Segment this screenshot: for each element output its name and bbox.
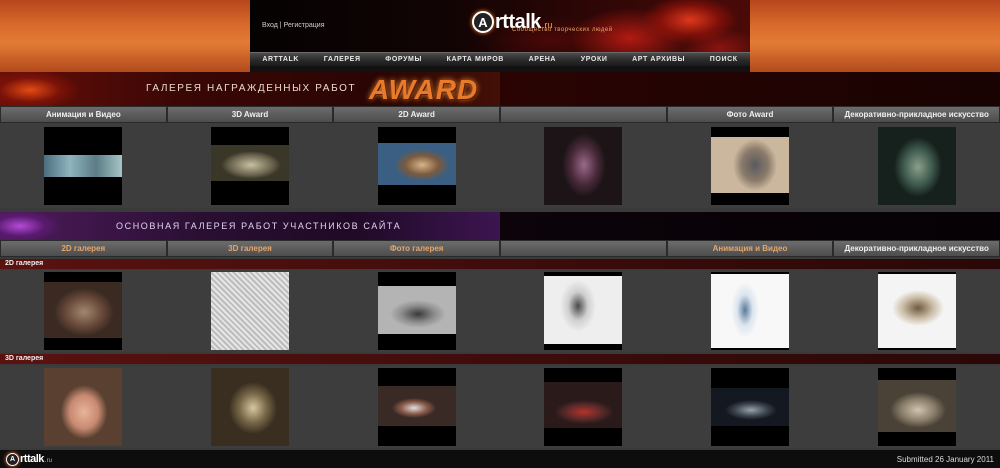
award-banner-title: Галерея награжденных работ bbox=[146, 83, 357, 94]
main-tab-empty bbox=[500, 240, 667, 257]
footer-logo-tld: .ru bbox=[44, 457, 52, 464]
award-tab-2d[interactable]: 2D Award bbox=[333, 106, 500, 123]
award-tab-empty bbox=[500, 106, 667, 123]
auth-links: Вход | Регистрация bbox=[262, 22, 325, 29]
section-2d-gallery: 2D галерея bbox=[0, 259, 1000, 269]
thumbnail[interactable] bbox=[210, 368, 289, 446]
nav-item-arena[interactable]: АРЕНА bbox=[529, 56, 557, 63]
site-header: Вход | Регистрация A rttalk .ru Сообщест… bbox=[250, 0, 750, 72]
award-tab-animation[interactable]: Анимация и Видео bbox=[0, 106, 167, 123]
main-tab-animation[interactable]: Анимация и Видео bbox=[666, 240, 834, 257]
award-tab-decorative[interactable]: Декоративно-прикладное искусство bbox=[833, 106, 1000, 123]
footer: A rttalk .ru Submitted 26 January 2011 bbox=[0, 450, 1000, 468]
award-word: AWARD bbox=[369, 74, 479, 105]
gallery-2d-thumbnails bbox=[0, 270, 1000, 352]
register-link[interactable]: Регистрация bbox=[284, 22, 325, 29]
nav-item-world-map[interactable]: КАРТА МИРОВ bbox=[447, 56, 504, 63]
thumbnail[interactable] bbox=[710, 272, 789, 350]
main-nav: ARTTALK ГАЛЕРЕЯ ФОРУМЫ КАРТА МИРОВ АРЕНА… bbox=[250, 52, 750, 66]
footer-logo[interactable]: A rttalk .ru bbox=[6, 452, 52, 466]
logo-letter: A bbox=[472, 11, 494, 33]
thumbnail[interactable] bbox=[44, 126, 123, 205]
nav-item-arttalk[interactable]: ARTTALK bbox=[262, 56, 299, 63]
thumbnail[interactable] bbox=[544, 126, 623, 205]
thumbnail[interactable] bbox=[877, 126, 956, 205]
award-category-row: Анимация и Видео 3D Award 2D Award Фото … bbox=[0, 106, 1000, 123]
nav-item-lessons[interactable]: УРОКИ bbox=[581, 56, 608, 63]
footer-logo-text: rttalk bbox=[20, 453, 44, 465]
thumbnail[interactable] bbox=[377, 368, 456, 446]
thumbnail[interactable] bbox=[210, 126, 289, 205]
thumbnail[interactable] bbox=[877, 368, 956, 446]
main-category-row: 2D галерея 3D галерея Фото галерея Анима… bbox=[0, 240, 1000, 257]
main-banner-title: Основная галерея работ участников сайта bbox=[116, 221, 402, 231]
thumbnail[interactable] bbox=[377, 272, 456, 350]
logo-subtitle: Сообщество творческих людей bbox=[512, 27, 613, 33]
nav-item-search[interactable]: ПОИСК bbox=[710, 56, 738, 63]
thumbnail[interactable] bbox=[544, 368, 623, 446]
submitted-date: Submitted 26 January 2011 bbox=[896, 454, 994, 464]
section-3d-gallery: 3D галерея bbox=[0, 354, 1000, 364]
thumbnail[interactable] bbox=[544, 272, 623, 350]
main-tab-3d[interactable]: 3D галерея bbox=[166, 240, 334, 257]
nav-item-forums[interactable]: ФОРУМЫ bbox=[385, 56, 422, 63]
auth-separator: | bbox=[279, 22, 282, 29]
main-tab-photo[interactable]: Фото галерея bbox=[333, 240, 500, 257]
thumbnail[interactable] bbox=[44, 368, 123, 446]
footer-logo-letter: A bbox=[6, 452, 19, 466]
login-link[interactable]: Вход bbox=[262, 22, 278, 29]
award-thumbnails bbox=[0, 123, 1000, 208]
thumbnail[interactable] bbox=[210, 272, 289, 350]
award-tab-photo[interactable]: Фото Award bbox=[666, 106, 834, 123]
main-tab-2d[interactable]: 2D галерея bbox=[0, 240, 167, 257]
main-tab-decorative[interactable]: Декоративно-прикладное искусство bbox=[833, 240, 1000, 257]
thumbnail[interactable] bbox=[710, 126, 789, 205]
nav-item-art-archives[interactable]: АРТ АРХИВЫ bbox=[632, 56, 685, 63]
thumbnail[interactable] bbox=[377, 126, 456, 205]
thumbnail[interactable] bbox=[710, 368, 789, 446]
thumbnail[interactable] bbox=[877, 272, 956, 350]
thumbnail[interactable] bbox=[44, 272, 123, 350]
award-banner: Галерея награжденных работ AWARD bbox=[0, 72, 1000, 106]
award-tab-3d[interactable]: 3D Award bbox=[166, 106, 334, 123]
nav-item-gallery[interactable]: ГАЛЕРЕЯ bbox=[324, 56, 361, 63]
gallery-3d-thumbnails bbox=[0, 366, 1000, 448]
